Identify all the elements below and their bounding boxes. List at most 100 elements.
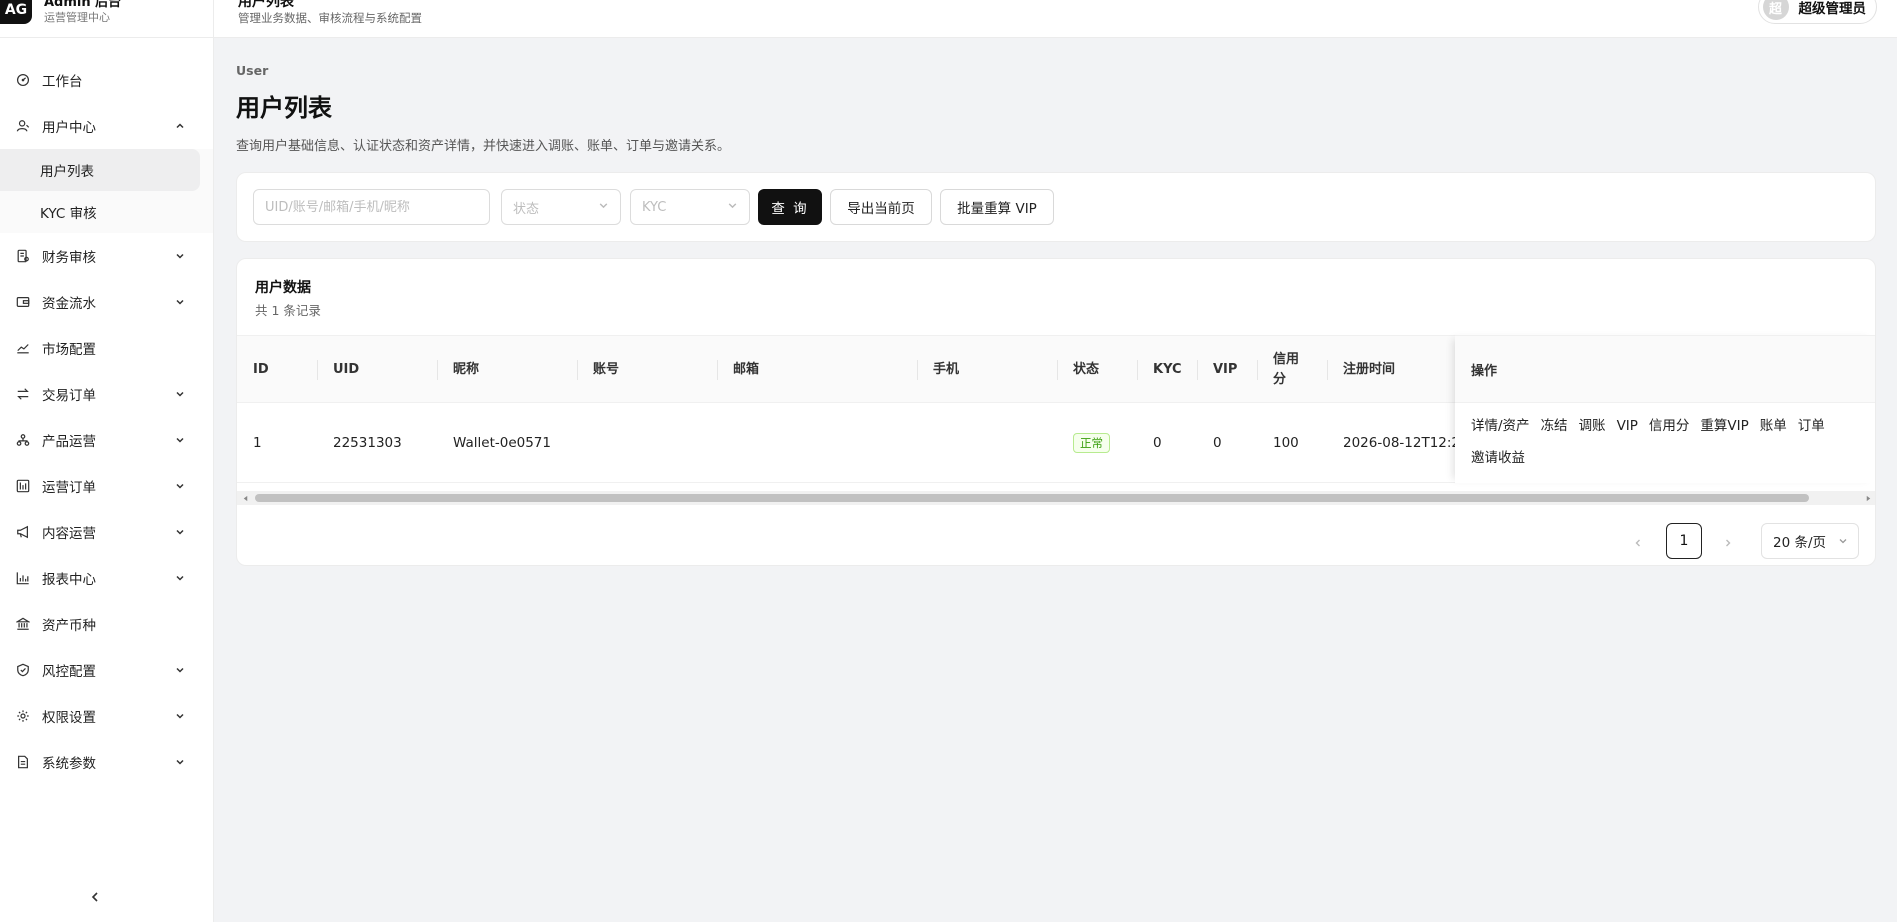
sidebar-item-trade-orders[interactable]: 交易订单 [0,371,213,417]
column-header-phone: 手机 [933,362,960,377]
sidebar-item-user-list[interactable]: 用户列表 [0,149,200,191]
column-header-vip: VIP [1213,362,1238,377]
batch-recalc-vip-button[interactable]: 批量重算 VIP [940,189,1054,225]
sidebar-item-asset-currency[interactable]: 资产币种 [0,601,213,647]
chevron-down-icon [175,573,185,583]
action-freeze-link[interactable]: 冻结 [1541,415,1568,437]
column-header-uid: UID [333,362,360,377]
cell-vip: 0 [1213,435,1222,451]
row-actions: 详情/资产 冻结 调账 VIP 信用分 重算VIP 账单 订单 邀请收益 [1471,415,1861,469]
chevron-down-icon [175,711,185,721]
column-divider [1257,360,1258,380]
scrollbar-thumb[interactable] [255,494,1809,502]
filter-bar: 状态 KYC 查 询 导出当前页 批量重算 VIP [236,172,1876,242]
chevron-down-icon [175,665,185,675]
user-table: ID UID 昵称 账号 邮箱 手机 状态 KYC VIP 信用 分 注册时间 … [237,335,1875,491]
brand-logo: AG [0,0,32,24]
page-size-select[interactable]: 20 条/页 [1761,523,1859,559]
column-divider [1327,360,1328,380]
dashboard-icon [16,73,30,87]
cell-registered: 2026-08-12T12:2 [1343,435,1455,451]
column-divider [577,360,578,380]
column-divider [437,360,438,380]
chevron-down-icon [1839,539,1847,544]
exchange-icon [16,387,30,401]
sidebar-item-label: 报表中心 [42,572,96,588]
column-header-status: 状态 [1073,362,1100,377]
chevron-down-icon [598,200,609,215]
chevron-up-icon [175,121,185,131]
sidebar-collapse-button[interactable] [88,890,102,904]
sidebar-item-risk-config[interactable]: 风控配置 [0,647,213,693]
kyc-select[interactable]: KYC [630,189,750,225]
cell-uid: 22531303 [333,435,402,451]
page-title: 用户列表 [236,94,332,122]
avatar: 超 [1762,0,1789,20]
sidebar-item-label: 工作台 [42,74,83,90]
sidebar-item-label: 内容运营 [42,526,96,542]
sidebar-item-dashboard[interactable]: 工作台 [0,57,213,103]
cell-id: 1 [253,435,262,451]
export-page-button[interactable]: 导出当前页 [830,189,932,225]
pagination-next-button[interactable] [1718,533,1738,553]
action-detail-assets-link[interactable]: 详情/资产 [1471,415,1530,437]
search-input[interactable] [265,199,478,215]
card-title: 用户数据 [255,280,311,296]
chevron-left-icon [91,892,98,902]
user-menu[interactable]: 超 超级管理员 [1757,0,1877,24]
document-icon [16,755,30,769]
status-select[interactable]: 状态 [501,189,621,225]
sidebar-item-kyc-review[interactable]: KYC 审核 [0,191,199,233]
sidebar-item-market-config[interactable]: 市场配置 [0,325,213,371]
kyc-select-placeholder: KYC [642,199,667,215]
action-adjust-balance-link[interactable]: 调账 [1579,415,1606,437]
sidebar-item-user-center[interactable]: 用户中心 [0,103,213,149]
query-button[interactable]: 查 询 [758,189,822,225]
page-size-value: 20 条/页 [1773,535,1827,551]
action-bills-link[interactable]: 账单 [1760,415,1787,437]
sidebar: AG Admin 后台 运营管理中心 工作台 用户中心 用户列表 KYC 审核 [0,0,214,922]
horizontal-scrollbar[interactable] [237,491,1875,505]
chevron-down-icon [175,389,185,399]
action-orders-link[interactable]: 订单 [1798,415,1825,437]
chevron-down-icon [727,200,738,215]
action-recalc-vip-link[interactable]: 重算VIP [1700,415,1748,437]
cell-nickname: Wallet-0e0571 [453,435,551,451]
user-icon [16,119,30,133]
cell-kyc: 0 [1153,435,1162,451]
scroll-left-icon[interactable] [240,493,250,503]
column-header-account: 账号 [593,362,620,377]
brand: AG Admin 后台 运营管理中心 [0,0,213,38]
pagination-prev-button[interactable] [1628,533,1648,553]
chevron-down-icon [175,527,185,537]
sidebar-item-label: 市场配置 [42,342,96,358]
sidebar-item-system-params[interactable]: 系统参数 [0,739,213,785]
user-center-submenu: 用户列表 KYC 审核 [0,149,213,233]
chevron-down-icon [175,481,185,491]
column-divider [917,360,918,380]
column-header-id: ID [253,362,269,377]
chevron-down-icon [175,251,185,261]
column-header-nickname: 昵称 [453,362,480,377]
cell-status: 正常 [1073,403,1110,483]
sidebar-item-label: 资金流水 [42,296,96,312]
column-header-registered: 注册时间 [1343,362,1396,377]
sidebar-item-permissions[interactable]: 权限设置 [0,693,213,739]
sidebar-item-fund-flow[interactable]: 资金流水 [0,279,213,325]
action-vip-link[interactable]: VIP [1617,415,1638,437]
sidebar-item-finance-review[interactable]: 财务审核 [0,233,213,279]
pagination-page-1[interactable]: 1 [1666,523,1702,559]
action-credit-score-link[interactable]: 信用分 [1649,415,1690,437]
sidebar-item-label: 用户中心 [42,120,96,136]
action-invite-earnings-link[interactable]: 邀请收益 [1471,447,1525,469]
product-icon [16,433,30,447]
sidebar-item-product-ops[interactable]: 产品运营 [0,417,213,463]
column-header-actions: 操作 [1455,335,1875,403]
top-header: 用户列表 管理业务数据、审核流程与系统配置 超 超级管理员 [214,0,1897,38]
page-description: 查询用户基础信息、认证状态和资产详情，并快速进入调账、账单、订单与邀请关系。 [236,139,731,154]
sidebar-item-reports[interactable]: 报表中心 [0,555,213,601]
bank-icon [16,617,30,631]
sidebar-item-content-ops[interactable]: 内容运营 [0,509,213,555]
scroll-right-icon[interactable] [1863,493,1873,503]
sidebar-item-ops-orders[interactable]: 运营订单 [0,463,213,509]
